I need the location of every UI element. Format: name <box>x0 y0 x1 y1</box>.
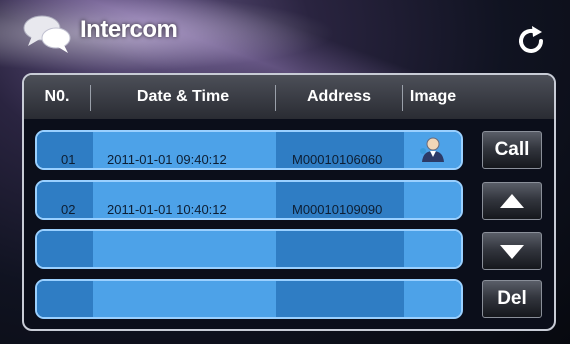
arrow-down-icon <box>500 245 524 259</box>
call-button[interactable]: Call <box>482 131 542 169</box>
column-header-image: Image <box>409 88 457 105</box>
table-header: N0. Date & Time Address Image <box>24 75 554 119</box>
row-address: M00010109090 <box>292 202 383 217</box>
table-row[interactable] <box>35 229 463 269</box>
cell-bg <box>404 281 461 317</box>
cell-bg <box>404 231 461 267</box>
row-address: M00010106060 <box>292 152 383 167</box>
row-number: 01 <box>61 152 76 167</box>
chat-bubbles-icon <box>23 15 71 53</box>
cell-bg <box>276 231 404 267</box>
scroll-up-button[interactable] <box>482 182 542 220</box>
column-header-address: Address <box>306 88 372 105</box>
cell-bg <box>37 231 93 267</box>
column-header-no: N0. <box>44 88 70 105</box>
row-datetime: 2011-01-01 10:40:12 <box>107 202 227 217</box>
cell-bg <box>404 182 461 218</box>
row-number: 02 <box>61 202 76 217</box>
user-avatar-icon <box>420 137 444 162</box>
cell-bg <box>276 281 404 317</box>
delete-button[interactable]: Del <box>482 280 542 318</box>
cell-bg <box>93 281 276 317</box>
row-datetime: 2011-01-01 09:40:12 <box>107 152 227 167</box>
table-row[interactable]: 02 2011-01-01 10:40:12 M00010109090 <box>35 180 463 220</box>
refresh-icon[interactable] <box>514 24 548 58</box>
page-title: Intercom <box>80 16 178 43</box>
table-row[interactable] <box>35 279 463 319</box>
header-bar: Intercom <box>0 0 570 70</box>
cell-bg <box>93 231 276 267</box>
cell-bg <box>37 281 93 317</box>
arrow-up-icon <box>500 194 524 208</box>
table-row[interactable]: 01 2011-01-01 09:40:12 M00010106060 <box>35 130 463 170</box>
scroll-down-button[interactable] <box>482 232 542 270</box>
column-header-datetime: Date & Time <box>136 88 230 105</box>
intercom-screen: Intercom N0. Date & Time Address Image 0… <box>0 0 570 344</box>
